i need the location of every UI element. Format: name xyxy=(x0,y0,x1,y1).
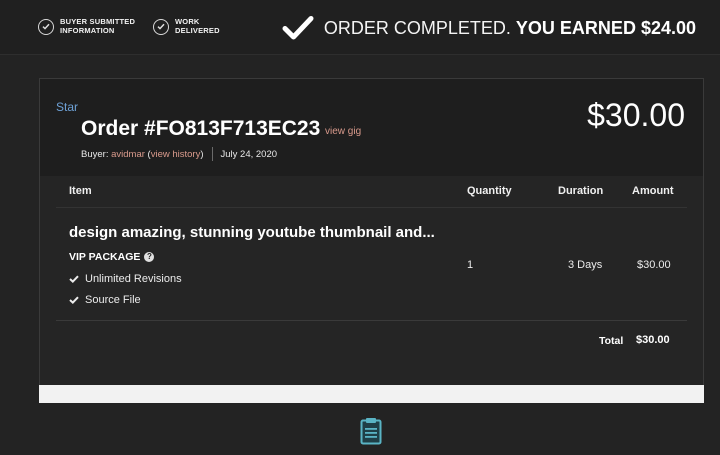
star-label: Star xyxy=(56,100,79,114)
step-work-delivered: WORK DELIVERED xyxy=(153,17,255,35)
cell-amount: $30.00 xyxy=(637,259,671,271)
view-gig-link[interactable]: view gig xyxy=(325,126,361,137)
order-status-bar: BUYER SUBMITTED INFORMATION WORK DELIVER… xyxy=(0,0,720,55)
checkmark-icon xyxy=(282,16,314,40)
column-header-item: Item xyxy=(69,185,92,197)
column-header-duration: Duration xyxy=(558,185,604,197)
table-divider xyxy=(56,320,687,321)
package-label: VIP PACKAGE xyxy=(69,251,141,263)
package-feature: Source File xyxy=(69,294,141,306)
order-price: $30.00 xyxy=(587,97,685,133)
check-circle-icon xyxy=(153,18,169,35)
view-history-link[interactable]: view history xyxy=(151,149,201,160)
package-feature-label: Unlimited Revisions xyxy=(85,273,182,285)
step-buyer-submitted-information: BUYER SUBMITTED INFORMATION xyxy=(38,17,140,35)
meta-divider xyxy=(211,147,213,161)
panel-footer-strip xyxy=(39,385,704,403)
order-date: July 24, 2020 xyxy=(220,148,278,160)
order-header: Star Order #FO813F713EC23 view gig Buyer… xyxy=(40,79,703,176)
step-label: WORK DELIVERED xyxy=(175,17,255,35)
order-number-title: Order #FO813F713EC23 xyxy=(81,117,321,140)
gig-title: design amazing, stunning youtube thumbna… xyxy=(69,224,435,241)
buyer-prefix: Buyer: xyxy=(81,148,109,160)
order-completed-text: ORDER COMPLETED. xyxy=(323,17,511,38)
column-header-amount: Amount xyxy=(632,185,674,197)
package-feature: Unlimited Revisions xyxy=(69,273,182,285)
earned-amount-text: YOU EARNED $24.00 xyxy=(515,17,696,38)
buyer-name-link[interactable]: avidmar xyxy=(111,149,145,160)
order-summary-panel: Star Order #FO813F713EC23 view gig Buyer… xyxy=(39,78,704,385)
check-icon xyxy=(69,275,79,283)
cell-duration: 3 Days xyxy=(568,259,603,271)
order-completed-banner: ORDER COMPLETED. YOU EARNED $24.00 xyxy=(282,13,696,43)
step-label-line2: INFORMATION xyxy=(60,25,115,35)
package-feature-label: Source File xyxy=(85,294,141,306)
table-divider xyxy=(56,207,687,208)
total-label: Total xyxy=(599,335,624,347)
check-icon xyxy=(69,296,79,304)
cell-quantity: 1 xyxy=(467,259,474,271)
order-meta: Buyer: avidmar (view history) July 24, 2… xyxy=(81,147,278,161)
clipboard-icon[interactable] xyxy=(360,417,382,445)
package-name: VIP PACKAGE ? xyxy=(69,251,155,263)
step-label-line2: DELIVERED xyxy=(175,25,220,35)
check-circle-icon xyxy=(38,18,54,35)
help-icon[interactable]: ? xyxy=(144,252,155,262)
column-header-quantity: Quantity xyxy=(467,185,512,197)
step-label: BUYER SUBMITTED INFORMATION xyxy=(60,17,140,35)
total-value: $30.00 xyxy=(636,334,670,346)
